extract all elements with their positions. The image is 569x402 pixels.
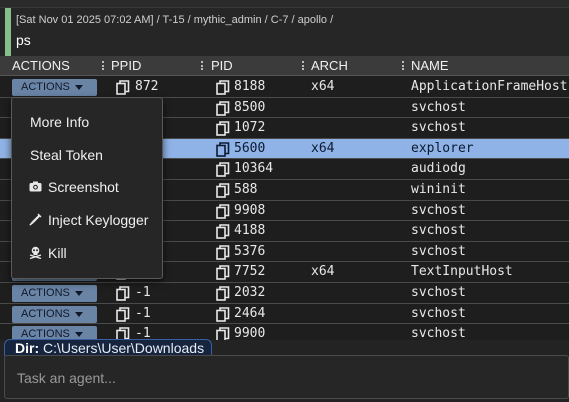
name-cell: TextInputHost [411, 264, 513, 280]
table-header: ACTIONS PPID PID ARCH NAME [0, 56, 569, 76]
table-row[interactable]: ACTIONS -1 2464 svchost [0, 304, 569, 325]
copy-pid-icon[interactable] [216, 327, 230, 340]
menu-item-kill[interactable]: Kill [12, 239, 162, 269]
menu-item-screenshot[interactable]: Screenshot [12, 173, 162, 203]
top-bar [0, 0, 569, 8]
pid-cell: 8188 [234, 79, 266, 94]
ppid-cell: -1 [135, 326, 151, 340]
pid-cell: 1072 [234, 120, 266, 136]
copy-ppid-icon[interactable] [116, 80, 130, 95]
copy-pid-icon[interactable] [216, 306, 230, 322]
command-text: ps [16, 32, 31, 48]
name-cell: svchost [411, 305, 466, 321]
chevron-down-icon [75, 291, 83, 296]
camera-icon [29, 180, 42, 193]
name-cell: svchost [411, 243, 466, 259]
pid-cell: 10364 [234, 161, 274, 177]
current-directory-tab: Dir: C:\Users\User\Downloads [4, 339, 213, 356]
name-cell: wininit [411, 182, 466, 197]
chevron-down-icon [75, 332, 83, 338]
chevron-down-icon [75, 85, 83, 90]
copy-pid-icon[interactable] [216, 80, 230, 95]
menu-item-steal-token[interactable]: Steal Token [12, 141, 162, 171]
pid-cell: 2032 [234, 285, 266, 300]
name-cell: svchost [411, 120, 466, 136]
header-name[interactable]: NAME [411, 58, 449, 73]
task-panel: Dir: C:\Users\User\Downloads Task an age… [0, 339, 569, 402]
row-actions-button[interactable]: ACTIONS [12, 285, 97, 302]
copy-ppid-icon[interactable] [116, 306, 130, 322]
menu-item-more-info[interactable]: More Info [12, 108, 162, 138]
dir-value: C:\Users\User\Downloads [43, 340, 205, 356]
name-cell: svchost [411, 223, 466, 239]
ppid-cell: -1 [135, 285, 151, 300]
column-resize-handle[interactable] [201, 60, 203, 72]
copy-pid-icon[interactable] [216, 100, 230, 116]
pid-cell: 5600 [234, 140, 266, 156]
actions-button-label: ACTIONS [21, 81, 70, 93]
task-input[interactable]: Task an agent... [4, 355, 569, 399]
menu-item-label: Kill [48, 245, 67, 261]
name-cell: explorer [411, 140, 474, 156]
menu-item-label: Screenshot [48, 179, 119, 195]
actions-button-label: ACTIONS [21, 287, 70, 299]
dir-label: Dir: [15, 340, 40, 356]
copy-pid-icon[interactable] [216, 162, 230, 178]
row-actions-button[interactable]: ACTIONS [12, 79, 97, 96]
copy-ppid-icon[interactable] [116, 286, 130, 301]
chevron-down-icon [75, 311, 83, 317]
actions-button-label: ACTIONS [21, 307, 70, 320]
pid-cell: 4188 [234, 223, 266, 239]
menu-item-inject-keylogger[interactable]: Inject Keylogger [12, 206, 162, 236]
pid-cell: 8500 [234, 99, 266, 115]
pid-cell: 7752 [234, 264, 266, 280]
command-accent-bar [5, 8, 11, 56]
pid-cell: 5376 [234, 243, 266, 259]
copy-pid-icon[interactable] [216, 286, 230, 301]
syringe-icon [29, 213, 42, 226]
copy-pid-icon[interactable] [216, 244, 230, 260]
menu-item-label: More Info [30, 114, 90, 130]
row-actions-button[interactable]: ACTIONS [12, 326, 97, 340]
pid-cell: 9908 [234, 202, 266, 218]
pid-cell: 9900 [234, 326, 266, 340]
menu-item-label: Inject Keylogger [48, 212, 149, 228]
row-actions-button[interactable]: ACTIONS [12, 305, 97, 323]
table-row[interactable]: ACTIONS -1 9900 svchost [0, 324, 569, 340]
header-pid[interactable]: PID [211, 58, 233, 73]
copy-pid-icon[interactable] [216, 265, 230, 281]
header-actions[interactable]: ACTIONS [12, 58, 70, 73]
column-resize-handle[interactable] [302, 60, 304, 72]
ppid-cell: -1 [135, 305, 151, 321]
arch-cell: x64 [311, 79, 335, 94]
copy-pid-icon[interactable] [216, 224, 230, 239]
actions-context-menu: More Info Steal Token Screenshot Inject … [11, 97, 163, 279]
arch-cell: x64 [311, 264, 335, 280]
command-metadata: [Sat Nov 01 2025 07:02 AM] / T-15 / myth… [16, 14, 334, 26]
table-row[interactable]: ACTIONS -1 2032 svchost [0, 283, 569, 304]
column-resize-handle[interactable] [402, 60, 404, 72]
copy-pid-icon[interactable] [216, 183, 230, 198]
table-row[interactable]: ACTIONS 872 8188 x64 ApplicationFrameHost [0, 77, 569, 98]
menu-item-label: Steal Token [30, 147, 103, 163]
name-cell: svchost [411, 99, 466, 115]
name-cell: audiodg [411, 161, 466, 177]
column-resize-handle[interactable] [102, 60, 104, 72]
copy-pid-icon[interactable] [216, 121, 230, 136]
pid-cell: 588 [234, 182, 258, 197]
pid-cell: 2464 [234, 305, 266, 321]
header-ppid[interactable]: PPID [111, 58, 141, 73]
ppid-cell: 872 [135, 79, 159, 94]
name-cell: ApplicationFrameHost [411, 79, 568, 94]
header-arch[interactable]: ARCH [311, 58, 348, 73]
name-cell: svchost [411, 326, 466, 340]
name-cell: svchost [411, 285, 466, 300]
copy-pid-icon[interactable] [216, 141, 230, 157]
copy-pid-icon[interactable] [216, 203, 230, 219]
name-cell: svchost [411, 202, 466, 218]
skull-crossbones-icon [29, 246, 42, 260]
command-block: [Sat Nov 01 2025 07:02 AM] / T-15 / myth… [0, 8, 569, 56]
arch-cell: x64 [311, 140, 335, 156]
